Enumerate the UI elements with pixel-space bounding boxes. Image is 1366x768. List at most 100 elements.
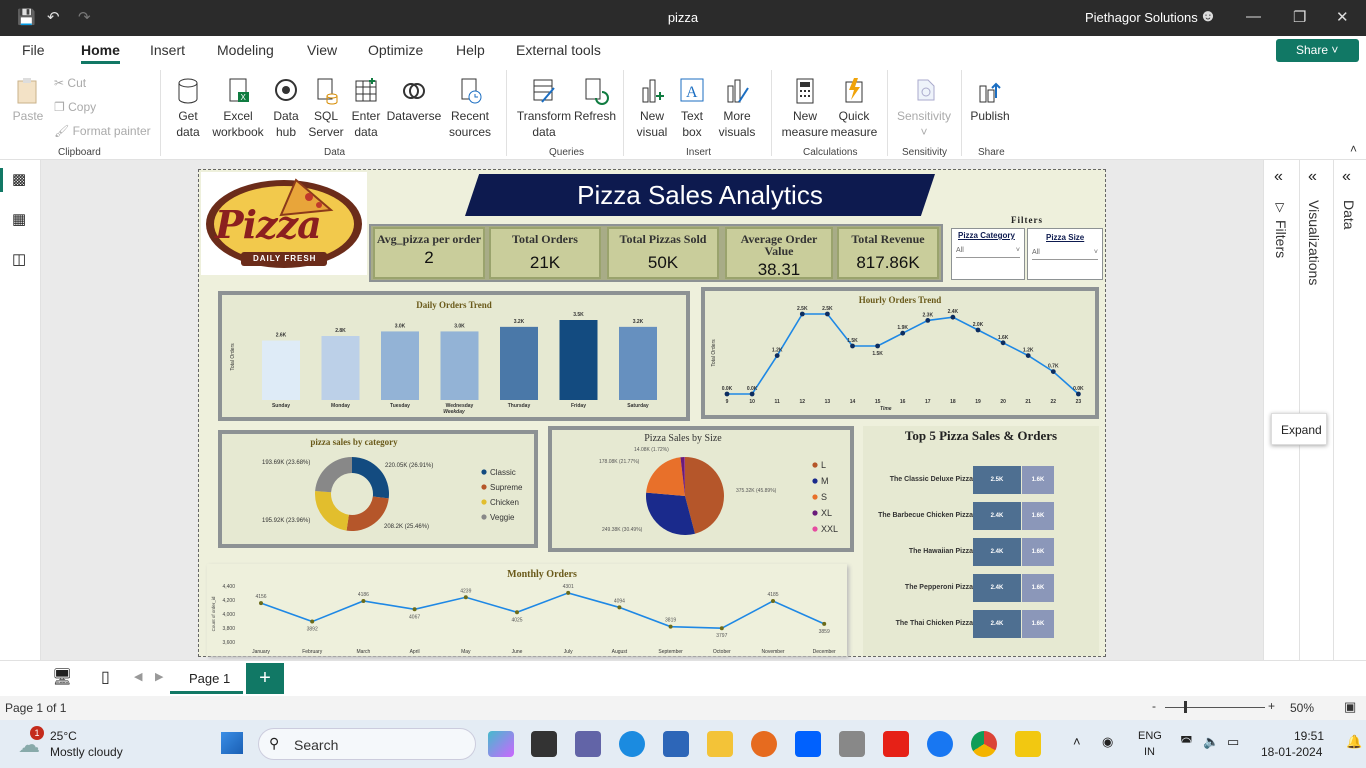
file-explorer-icon[interactable] bbox=[707, 731, 733, 757]
text-box-button[interactable]: A Text box bbox=[674, 76, 710, 140]
volume-icon[interactable]: 🔈 bbox=[1203, 734, 1219, 750]
zoom-slider-thumb[interactable] bbox=[1184, 701, 1187, 713]
clock-time[interactable]: 19:51 bbox=[1294, 729, 1324, 743]
copilot-icon[interactable] bbox=[488, 731, 514, 757]
restore-icon[interactable]: ❐ bbox=[1293, 8, 1306, 26]
zoom-in-button[interactable]: + bbox=[1268, 699, 1275, 713]
new-visual-button[interactable]: New visual bbox=[632, 76, 672, 140]
table-row[interactable]: The Classic Deluxe Pizza 2.5K 1.6K bbox=[863, 466, 1099, 494]
collapse-visualizations-icon[interactable]: « bbox=[1308, 168, 1317, 186]
taskbar-search[interactable]: ⚲ Search bbox=[258, 728, 476, 760]
tab-view[interactable]: View bbox=[307, 42, 337, 58]
monthly-orders-chart[interactable]: Monthly Orders Count of order_id 4,400 4,20… bbox=[207, 564, 847, 656]
data-hub-button[interactable]: Data hub bbox=[268, 76, 304, 140]
table-row[interactable]: The Hawaiian Pizza 2.4K 1.6K bbox=[863, 538, 1099, 566]
get-data-button[interactable]: Get data bbox=[168, 76, 208, 140]
minimize-icon[interactable]: — bbox=[1246, 8, 1261, 25]
quick-measure-button[interactable]: Quick measure bbox=[830, 76, 878, 140]
notifications-icon[interactable]: 🔔 bbox=[1346, 734, 1362, 750]
excel-workbook-button[interactable]: X Excel workbook bbox=[210, 76, 266, 140]
sensitivity-button[interactable]: Sensitivity ˅ bbox=[894, 76, 954, 140]
tab-page-1[interactable]: Page 1 bbox=[170, 661, 243, 694]
account-name[interactable]: Piethagor Solutions bbox=[1085, 10, 1198, 25]
category-dropdown[interactable]: All ˅ bbox=[956, 244, 1020, 258]
x-tick-label: 21 bbox=[1025, 399, 1031, 405]
dataverse-button[interactable]: Dataverse bbox=[386, 76, 442, 124]
show-hidden-icons[interactable]: ˄ bbox=[1073, 734, 1081, 749]
kpi-card-total-pizzas: Total Pizzas Sold 50K bbox=[607, 227, 719, 279]
facebook-icon[interactable] bbox=[927, 731, 953, 757]
data-pane[interactable]: « Data bbox=[1333, 160, 1366, 660]
tab-file[interactable]: File bbox=[22, 42, 45, 58]
dropbox-icon[interactable] bbox=[795, 731, 821, 757]
task-view-icon[interactable] bbox=[531, 731, 557, 757]
teams-icon[interactable] bbox=[575, 731, 601, 757]
group-sensitivity: Sensitivity bbox=[902, 147, 948, 158]
transform-data-button[interactable]: Transform data bbox=[515, 76, 573, 140]
category-donut-chart[interactable]: pizza sales by category 220.05K (26.91%) 2… bbox=[218, 430, 538, 548]
report-view-icon[interactable]: ▩ bbox=[12, 170, 26, 188]
data-point bbox=[412, 607, 417, 612]
desktop-view-icon[interactable]: 🖥 bbox=[52, 667, 72, 687]
mobile-view-icon[interactable]: ▯ bbox=[101, 667, 110, 687]
size-dropdown[interactable]: All ˅ bbox=[1032, 246, 1098, 260]
youtube-icon[interactable] bbox=[883, 731, 909, 757]
share-button[interactable]: Share ˅ bbox=[1276, 39, 1359, 62]
tab-insert[interactable]: Insert bbox=[150, 42, 185, 58]
format-painter-button[interactable]: 🖌 Format painter bbox=[54, 123, 151, 139]
enter-data-button[interactable]: Enter data bbox=[348, 76, 384, 140]
sql-server-button[interactable]: SQL Server bbox=[307, 76, 345, 140]
collapse-ribbon-icon[interactable]: ˄ bbox=[1350, 142, 1357, 156]
network-status-icon[interactable]: ◉ bbox=[1102, 734, 1113, 750]
hourly-orders-chart[interactable]: Hourly Orders Trend Total Orders 0.0K 9 0.0K… bbox=[701, 287, 1099, 419]
data-label: 4094 bbox=[614, 598, 625, 604]
table-row[interactable]: The Pepperoni Pizza 2.4K 1.6K bbox=[863, 574, 1099, 602]
tab-optimize[interactable]: Optimize bbox=[368, 42, 423, 58]
format-painter-icon: 🖌 bbox=[54, 124, 70, 138]
table-row[interactable]: The Barbecue Chicken Pizza 2.4K 1.6K bbox=[863, 502, 1099, 530]
amazon-icon[interactable] bbox=[839, 731, 865, 757]
table-view-icon[interactable]: ▦ bbox=[12, 210, 26, 228]
slice-veggie bbox=[315, 457, 352, 493]
close-icon[interactable]: ✕ bbox=[1336, 8, 1349, 26]
refresh-button[interactable]: Refresh bbox=[574, 76, 616, 124]
fit-page-icon[interactable]: ▣ bbox=[1344, 699, 1356, 715]
cut-button[interactable]: ✂ Cut bbox=[54, 75, 86, 91]
wifi-icon[interactable]: ◚ bbox=[1180, 734, 1193, 750]
prev-page-icon[interactable]: ◀ bbox=[134, 670, 142, 683]
edge-icon[interactable] bbox=[619, 731, 645, 757]
windows-start-icon[interactable] bbox=[221, 732, 243, 754]
tab-modeling[interactable]: Modeling bbox=[217, 42, 274, 58]
kpi-card-avg-pizza: Avg_pizza per order 2 bbox=[373, 227, 485, 279]
zoom-slider[interactable] bbox=[1165, 707, 1265, 708]
tab-help[interactable]: Help bbox=[456, 42, 485, 58]
collapse-data-icon[interactable]: « bbox=[1342, 168, 1351, 186]
zoom-out-button[interactable]: - bbox=[1152, 699, 1156, 713]
filters-pane[interactable]: « ▽ Filters bbox=[1263, 160, 1299, 660]
publish-button[interactable]: Publish bbox=[968, 76, 1012, 124]
store-icon[interactable] bbox=[663, 731, 689, 757]
chrome-icon[interactable] bbox=[971, 731, 997, 757]
battery-icon[interactable]: ▭ bbox=[1227, 734, 1239, 750]
new-measure-button[interactable]: New measure bbox=[780, 76, 830, 140]
recent-sources-button[interactable]: Recent sources bbox=[444, 76, 496, 140]
avatar[interactable]: ☻ bbox=[1199, 6, 1217, 26]
collapse-filters-icon[interactable]: « bbox=[1274, 168, 1283, 186]
model-view-icon[interactable]: ◫ bbox=[12, 250, 26, 268]
top5-table[interactable]: Top 5 Pizza Sales & Orders The Classic D… bbox=[863, 426, 1099, 656]
tab-external-tools[interactable]: External tools bbox=[516, 42, 601, 58]
tab-home[interactable]: Home bbox=[81, 42, 120, 64]
power-bi-icon[interactable] bbox=[1015, 731, 1041, 757]
more-visuals-button[interactable]: More visuals bbox=[712, 76, 762, 140]
firefox-icon[interactable] bbox=[751, 731, 777, 757]
daily-orders-chart[interactable]: Daily Orders Trend Total Orders 2.6K Sunday… bbox=[218, 291, 690, 421]
table-row[interactable]: The Thai Chicken Pizza 2.4K 1.6K bbox=[863, 610, 1099, 638]
size-pie-chart[interactable]: Pizza Sales by Size 375.32K (45.89%) 249.3… bbox=[548, 426, 854, 552]
language-1[interactable]: ENG bbox=[1138, 730, 1162, 742]
visualizations-pane[interactable]: « Visualizations bbox=[1299, 160, 1333, 660]
copy-button[interactable]: ❐ Copy bbox=[54, 99, 96, 115]
next-page-icon[interactable]: ▶ bbox=[155, 670, 163, 683]
data-point bbox=[1050, 369, 1056, 374]
add-page-button[interactable]: + bbox=[246, 663, 284, 694]
paste-button[interactable]: Paste bbox=[12, 76, 44, 124]
